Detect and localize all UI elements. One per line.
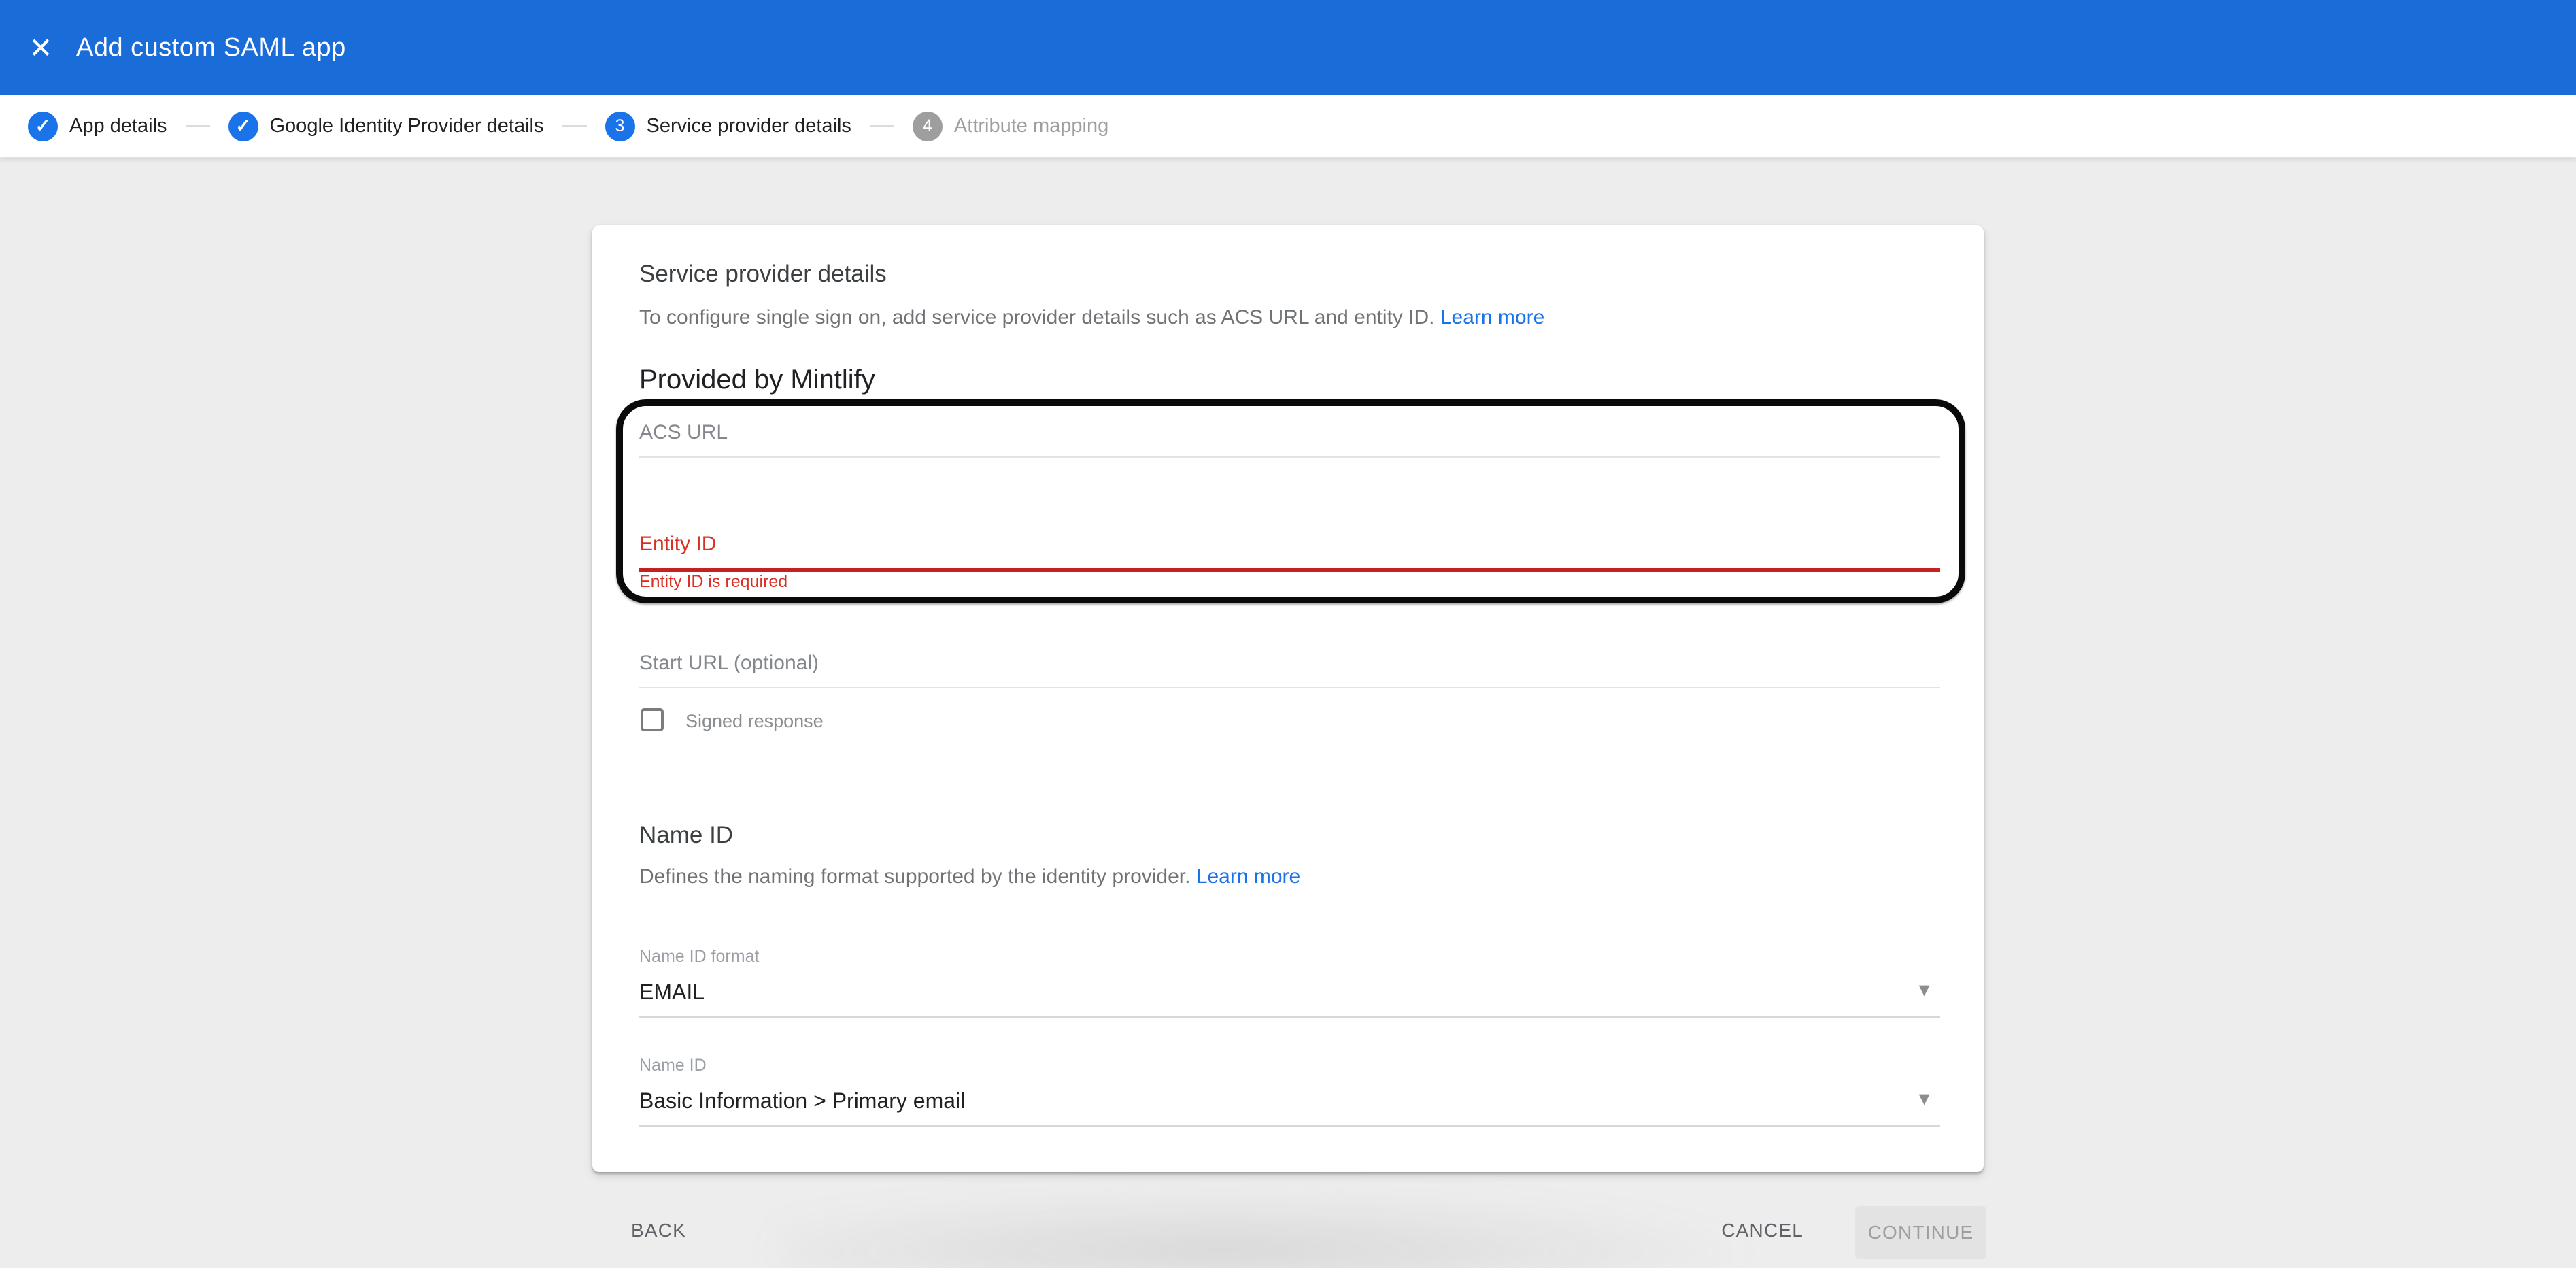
step-4-label: Attribute mapping xyxy=(954,115,1108,137)
close-icon[interactable]: ✕ xyxy=(20,27,61,68)
step-connector xyxy=(186,125,210,127)
back-button[interactable]: BACK xyxy=(624,1206,693,1255)
step-google-idp-details[interactable]: ✓ Google Identity Provider details xyxy=(228,112,544,141)
name-id-label: Name ID xyxy=(639,1056,707,1075)
name-id-description: Defines the naming format supported by t… xyxy=(639,865,1300,888)
section-heading: Service provider details xyxy=(639,261,887,288)
step-app-details[interactable]: ✓ App details xyxy=(28,112,167,141)
entity-id-input[interactable] xyxy=(639,533,1940,572)
start-url-input[interactable] xyxy=(639,652,1940,688)
name-id-format-label: Name ID format xyxy=(639,947,759,967)
continue-button[interactable]: CONTINUE xyxy=(1855,1206,1986,1259)
step-3-label: Service provider details xyxy=(647,115,851,137)
service-provider-details-card: Service provider details To configure si… xyxy=(592,225,1984,1172)
step-connector xyxy=(870,125,894,127)
step-service-provider-details[interactable]: 3 Service provider details xyxy=(605,112,851,141)
step-1-label: App details xyxy=(69,115,167,137)
section-description: To configure single sign on, add service… xyxy=(639,306,1544,329)
learn-more-link[interactable]: Learn more xyxy=(1440,306,1544,329)
provided-by-heading: Provided by Mintlify xyxy=(639,365,875,395)
name-id-heading: Name ID xyxy=(639,822,733,849)
dialog-header: ✕ Add custom SAML app xyxy=(0,0,2576,95)
dialog-title: Add custom SAML app xyxy=(76,33,346,63)
name-id-format-value: EMAIL xyxy=(639,980,705,1004)
signed-response-checkbox[interactable] xyxy=(641,708,664,731)
chevron-down-icon: ▼ xyxy=(1915,1090,1933,1108)
step-attribute-mapping: 4 Attribute mapping xyxy=(913,112,1108,141)
step-1-check-icon: ✓ xyxy=(28,112,58,141)
chevron-down-icon: ▼ xyxy=(1915,981,1933,999)
cancel-button[interactable]: CANCEL xyxy=(1714,1206,1810,1255)
dialog-footer: BACK CANCEL CONTINUE xyxy=(0,1206,2576,1259)
step-2-label: Google Identity Provider details xyxy=(270,115,544,137)
wizard-stepper: ✓ App details ✓ Google Identity Provider… xyxy=(0,95,2576,158)
signed-response-label: Signed response xyxy=(685,711,824,732)
acs-url-input[interactable] xyxy=(639,421,1940,458)
step-2-check-icon: ✓ xyxy=(228,112,258,141)
step-connector xyxy=(562,125,587,127)
name-id-format-select[interactable]: EMAIL ▼ xyxy=(639,980,1940,1018)
learn-more-link[interactable]: Learn more xyxy=(1196,865,1300,888)
entity-id-error-text: Entity ID is required xyxy=(639,572,787,592)
name-id-select[interactable]: Basic Information > Primary email ▼ xyxy=(639,1088,1940,1127)
step-4-number-badge: 4 xyxy=(913,112,943,141)
step-3-number-badge: 3 xyxy=(605,112,635,141)
name-id-value: Basic Information > Primary email xyxy=(639,1088,965,1113)
add-custom-saml-app-dialog: ✕ Add custom SAML app ✓ App details ✓ Go… xyxy=(0,0,2576,1268)
